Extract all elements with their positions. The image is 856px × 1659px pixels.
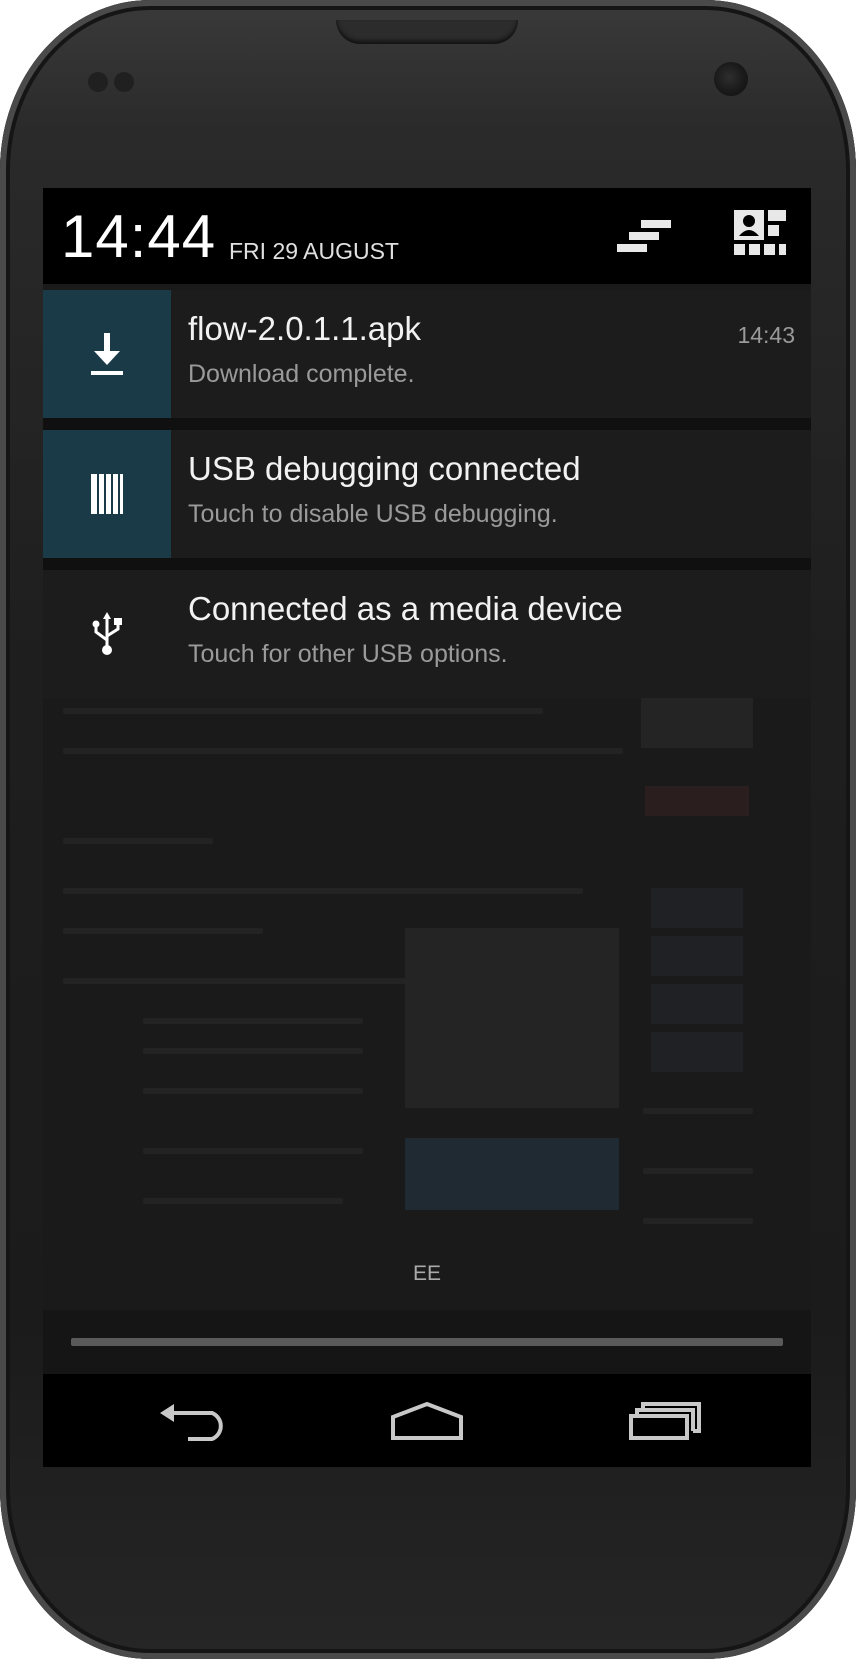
shade-handle[interactable] bbox=[43, 1310, 811, 1374]
notification-title: USB debugging connected bbox=[188, 450, 581, 487]
phone-frame: 14:44 FRI 29 AUGUST flow-2.0.1.1.apk Dow… bbox=[0, 0, 856, 1659]
clear-all-icon[interactable] bbox=[611, 206, 681, 266]
notification-subtitle: Touch to disable USB debugging. bbox=[188, 500, 558, 528]
notification-download[interactable]: flow-2.0.1.1.apk Download complete. 14:4… bbox=[43, 290, 811, 418]
navigation-bar bbox=[43, 1374, 811, 1467]
notification-title: Connected as a media device bbox=[188, 590, 623, 627]
usb-icon bbox=[43, 570, 171, 698]
earpiece-speaker bbox=[336, 20, 518, 44]
screen: 14:44 FRI 29 AUGUST flow-2.0.1.1.apk Dow… bbox=[43, 188, 811, 1467]
status-bar: 14:44 FRI 29 AUGUST bbox=[43, 188, 811, 284]
carrier-label: EE bbox=[412, 1262, 441, 1285]
notification-usb-debugging[interactable]: USB debugging connected Touch to disable… bbox=[43, 430, 811, 558]
debug-icon bbox=[43, 430, 171, 558]
notification-time: 14:43 bbox=[737, 322, 795, 348]
date: FRI 29 AUGUST bbox=[229, 238, 399, 264]
shade-handle-bar[interactable] bbox=[71, 1338, 783, 1346]
quick-settings-icon[interactable] bbox=[730, 206, 790, 266]
front-camera bbox=[714, 62, 748, 96]
light-sensor bbox=[114, 72, 134, 92]
home-icon[interactable] bbox=[377, 1388, 477, 1454]
notification-title: flow-2.0.1.1.apk bbox=[188, 310, 421, 347]
clock: 14:44 bbox=[61, 203, 217, 270]
back-icon[interactable] bbox=[145, 1388, 245, 1454]
notification-subtitle: Download complete. bbox=[188, 360, 415, 388]
download-icon bbox=[43, 290, 171, 418]
proximity-sensor bbox=[88, 72, 108, 92]
notification-subtitle: Touch for other USB options. bbox=[188, 640, 508, 668]
notification-media-device[interactable]: Connected as a media device Touch for ot… bbox=[43, 570, 811, 698]
recents-icon[interactable] bbox=[615, 1388, 715, 1454]
